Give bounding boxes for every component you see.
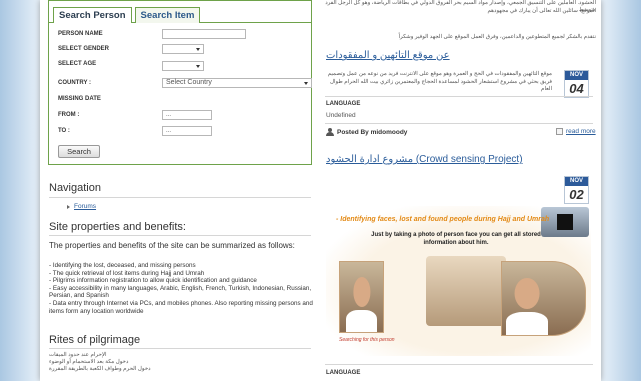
list-item: - Easy accessibility in many languages, … xyxy=(49,284,312,300)
divider xyxy=(325,96,593,97)
intro-text-line: الموقع، سائلين الله تعالى أن يبارك في مج… xyxy=(487,8,596,14)
divider xyxy=(49,235,311,236)
divider xyxy=(49,348,311,349)
bullet-icon xyxy=(67,205,70,209)
gender-select[interactable] xyxy=(162,44,204,54)
post-title-lost-found[interactable]: عن موقع التائهين و المفقودات xyxy=(326,50,450,61)
post-author: Posted By midomoody xyxy=(326,128,407,136)
promo-subtitle: Just by taking a photo of person face yo… xyxy=(371,232,541,246)
post-body-line: موقع التائهين والمفقودات في الحج و العمر… xyxy=(327,71,552,77)
post-date-month: NOV xyxy=(565,71,588,80)
person-name-label: PERSON NAME xyxy=(58,31,103,37)
navigation-title: Navigation xyxy=(49,182,101,194)
page-container: Search Person Search Item PERSON NAME SE… xyxy=(40,0,601,381)
post-date-day: 02 xyxy=(569,187,584,202)
list-item: الإحرام عند حدود الميقات xyxy=(49,352,107,358)
search-tabs: Search Person Search Item xyxy=(53,7,201,23)
posted-by-text: Posted By midomoody xyxy=(337,128,408,136)
rites-title: Rites of pilgrimage xyxy=(49,334,141,346)
tab-search-person[interactable]: Search Person xyxy=(53,7,132,23)
page-background-right xyxy=(601,0,641,381)
divider xyxy=(325,123,593,124)
intro-text-line: نتقدم بالشكر لجميع المتطوعين والداعمين، … xyxy=(398,34,596,40)
list-item: - Pilgrims information registration to a… xyxy=(49,277,257,285)
read-more-label: read more xyxy=(566,128,596,135)
list-item: - Identifying the lost, deceased, and mi… xyxy=(49,262,196,269)
list-item: دخول الحرم وطواف الكعبة بالطريقة المقررة xyxy=(49,366,151,372)
tab-search-item[interactable]: Search Item xyxy=(134,7,201,23)
page-background-left xyxy=(0,0,40,381)
divider xyxy=(49,197,311,198)
from-label: FROM : xyxy=(58,112,80,118)
post-date-month: NOV xyxy=(565,177,588,186)
chevron-down-icon xyxy=(196,48,200,51)
post-title-crowd-sensing[interactable]: مشروع ادارة الحشود (Crowd sensing Projec… xyxy=(326,154,523,165)
missing-date-label: MISSING DATE xyxy=(58,96,101,102)
matched-person-photo xyxy=(501,261,586,336)
promo-title: - Identifying faces, lost and found peop… xyxy=(336,216,550,223)
person-photo xyxy=(339,261,384,333)
post-date-badge: NOV 02 xyxy=(564,176,589,204)
to-date-input[interactable]: ... xyxy=(162,126,212,136)
post-date-badge: NOV 04 xyxy=(564,70,589,98)
rites-list: الإحرام عند حدود الميقات دخول مكة بعد ال… xyxy=(49,352,151,373)
forums-link[interactable]: Forums xyxy=(74,203,96,210)
user-icon xyxy=(326,128,334,136)
person-name-input[interactable] xyxy=(162,29,246,39)
site-properties-intro: The properties and benefits of the site … xyxy=(49,241,295,250)
gender-label: SELECT GENDER xyxy=(58,46,110,52)
country-select-value: Select Country xyxy=(166,79,212,86)
age-label: SELECT AGE xyxy=(58,61,97,67)
promo-caption: Searching for this person xyxy=(339,337,395,343)
country-label: COUNTRY : xyxy=(58,80,91,86)
language-value: Undefined xyxy=(326,112,356,119)
right-column: الحشود. العاملين على التنسيق الجمعي، وإص… xyxy=(321,0,596,381)
crowd-image xyxy=(426,256,506,326)
from-date-input[interactable]: ... xyxy=(162,110,212,120)
site-properties-title: Site properties and benefits: xyxy=(49,221,186,233)
post-promo-image: - Identifying faces, lost and found peop… xyxy=(326,206,591,356)
chevron-down-icon xyxy=(304,82,308,85)
language-label: LANGUAGE xyxy=(326,101,361,107)
site-properties-list: - Identifying the lost, deceased, and mi… xyxy=(49,262,313,315)
language-label: LANGUAGE xyxy=(326,370,361,376)
search-button[interactable]: Search xyxy=(58,145,100,158)
divider xyxy=(325,364,593,365)
search-panel: Search Person Search Item PERSON NAME SE… xyxy=(48,0,312,165)
chevron-down-icon xyxy=(196,65,200,68)
list-item: - The quick retrieval of lost items duri… xyxy=(49,269,205,277)
country-select[interactable]: Select Country xyxy=(162,78,312,88)
to-label: TO : xyxy=(58,128,70,134)
document-icon xyxy=(556,128,563,135)
list-item: - Data entry through Internet via PCs, a… xyxy=(49,299,313,315)
read-more-link[interactable]: read more xyxy=(556,128,596,135)
post-body-line: فريق بحثي في مشروع استشعار الحشود لمساعد… xyxy=(329,79,552,92)
list-item: دخول مكة بعد الاستحمام أو الوضوء xyxy=(49,359,129,365)
age-select[interactable] xyxy=(162,61,204,71)
